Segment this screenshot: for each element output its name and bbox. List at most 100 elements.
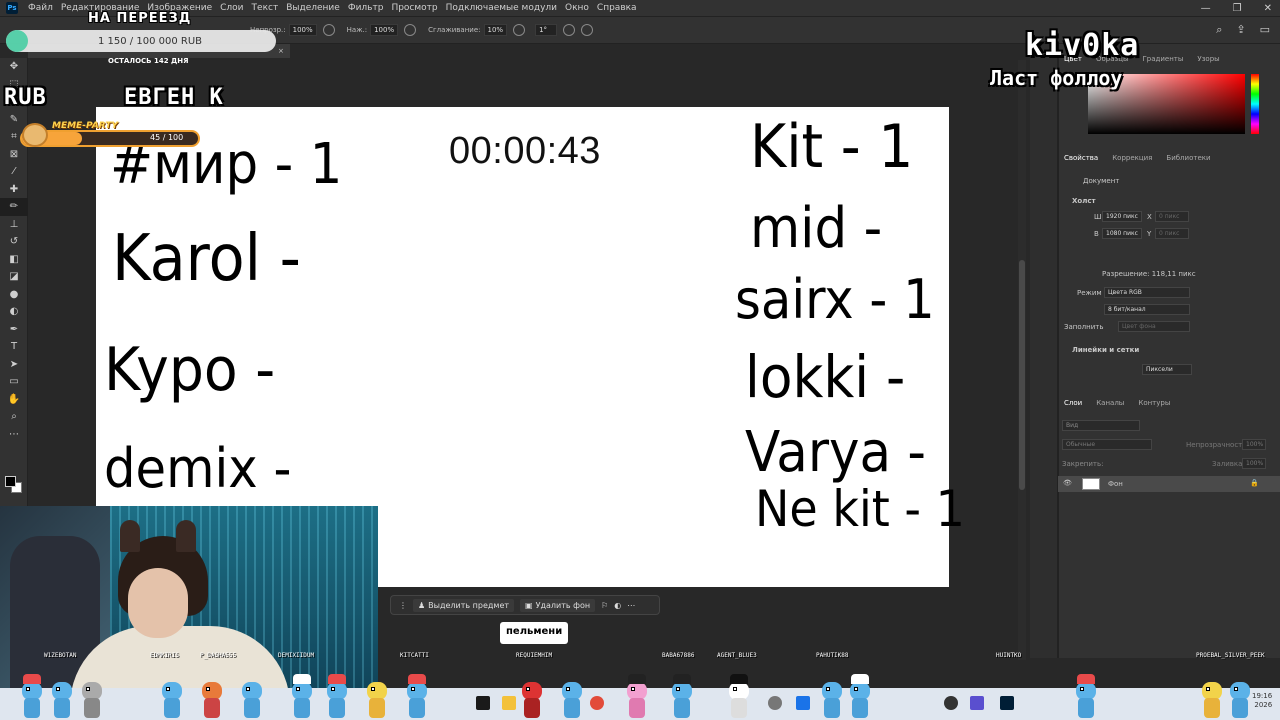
eyedropper-icon[interactable]: ⁄ [0, 163, 28, 181]
blend-mode-select[interactable]: Обычные [1062, 439, 1152, 450]
tab-channels[interactable]: Каналы [1096, 399, 1124, 407]
menu-select[interactable]: Выделение [282, 3, 344, 13]
move-tool-icon[interactable]: ✥ [0, 58, 28, 76]
maximize-icon[interactable]: ❐ [1233, 3, 1242, 14]
blur-tool-icon[interactable]: ● [0, 286, 28, 304]
hand-tool-icon[interactable]: ✋ [0, 391, 28, 409]
stamp-tool-icon[interactable]: ⊥ [0, 216, 28, 234]
healing-brush-icon[interactable]: ✚ [0, 181, 28, 199]
menu-file[interactable]: Файл [24, 3, 57, 13]
pet-names-row: W1ZEBOTAN EDMKIRIS P_DASHA555 DEMIXIIDUM… [0, 650, 1280, 662]
fill-select[interactable]: Цвет фона [1118, 321, 1190, 332]
pet-name: REQUIEMHIM [516, 652, 553, 659]
workspace-icon[interactable]: ▭ [1260, 23, 1270, 37]
search-icon[interactable]: ⌕ [1216, 23, 1222, 37]
gear-icon[interactable] [513, 24, 526, 36]
shield-icon[interactable] [796, 696, 810, 710]
menu-plugins[interactable]: Подключаемые модули [442, 3, 561, 13]
handwritten-entry: Varya - [745, 420, 927, 485]
drag-handle-icon[interactable]: ⋮ [399, 601, 407, 610]
pressure-opacity-icon[interactable] [322, 24, 335, 36]
cat-ear-right [176, 520, 196, 552]
image-icon: ▣ [525, 600, 533, 610]
obs-icon[interactable] [944, 696, 958, 710]
quick-select-icon[interactable]: ✎ [0, 111, 28, 129]
menu-layers[interactable]: Слои [216, 3, 247, 13]
layer-filter-input[interactable]: Вид [1062, 420, 1140, 431]
y-field[interactable]: 0 пикс [1155, 228, 1189, 239]
pixel-pet [727, 672, 751, 720]
folder-icon[interactable] [502, 696, 516, 710]
chrome-icon[interactable] [590, 696, 604, 710]
brush-tool-icon[interactable]: ✏ [0, 198, 28, 216]
gradient-tool-icon[interactable]: ◪ [0, 268, 28, 286]
pixel-pet [50, 672, 74, 720]
height-field[interactable]: 1080 пикс [1102, 228, 1142, 239]
eye-icon[interactable]: 👁 [1063, 479, 1072, 487]
path-select-icon[interactable]: ➤ [0, 356, 28, 374]
symmetry-icon[interactable] [581, 24, 594, 36]
menu-text[interactable]: Текст [248, 3, 283, 13]
minimize-icon[interactable]: — [1201, 3, 1211, 14]
rectangle-tool-icon[interactable]: ▭ [0, 373, 28, 391]
units-select[interactable]: Пиксели [1142, 364, 1192, 375]
canvas-scrollbar[interactable] [1018, 60, 1026, 660]
frame-tool-icon[interactable]: ⊠ [0, 146, 28, 164]
pet-name: P_DASHA555 [200, 652, 237, 659]
pixel-pet [365, 672, 389, 720]
discord-icon[interactable] [970, 696, 984, 710]
airbrush-icon[interactable] [404, 24, 417, 36]
clock-time: 19:16 [1252, 692, 1273, 700]
photoshop-taskbar-icon[interactable] [1000, 696, 1014, 710]
menu-help[interactable]: Справка [593, 3, 641, 13]
menu-window[interactable]: Окно [561, 3, 593, 13]
taskbar-app-icon[interactable] [476, 696, 490, 710]
remove-background-button[interactable]: ▣ Удалить фон [520, 598, 596, 612]
tab-adjustments[interactable]: Коррекция [1112, 154, 1152, 162]
share-icon[interactable]: ⇪ [1236, 23, 1245, 37]
more-tools-icon[interactable]: ⋯ [0, 426, 28, 444]
handwritten-entry: Karol - [112, 222, 301, 296]
zoom-tool-icon[interactable]: ⌕ [0, 408, 28, 426]
x-field[interactable]: 0 пикс [1155, 211, 1189, 222]
pressure-field[interactable]: 100% [370, 24, 399, 36]
foreground-color-swatch[interactable] [5, 476, 16, 487]
smoothing-field[interactable]: 10% [483, 24, 508, 36]
canvas-section[interactable]: Холст [1072, 197, 1096, 205]
mode-select[interactable]: Цвета RGB [1104, 287, 1190, 298]
hue-slider[interactable] [1251, 74, 1259, 134]
tab-gradients[interactable]: Градиенты [1143, 55, 1184, 63]
close-tab-icon[interactable]: × [278, 47, 284, 55]
rulers-section[interactable]: Линейки и сетки [1072, 346, 1139, 354]
tab-layers[interactable]: Слои [1064, 399, 1082, 407]
flag-icon[interactable]: ⚐ [601, 601, 608, 610]
pressure-size-icon[interactable] [563, 24, 576, 36]
fill-opacity-field[interactable]: 100% [1242, 458, 1266, 469]
type-tool-icon[interactable]: T [0, 338, 28, 356]
layer-opacity-field[interactable]: 100% [1242, 439, 1266, 450]
opacity-field[interactable]: 100% [288, 24, 317, 36]
layer-name[interactable]: Фон [1108, 480, 1123, 488]
angle-field[interactable]: 1° [535, 24, 558, 36]
tab-paths[interactable]: Контуры [1138, 399, 1170, 407]
scrollbar-thumb[interactable] [1019, 260, 1025, 490]
history-brush-icon[interactable]: ↺ [0, 233, 28, 251]
menu-view[interactable]: Просмотр [387, 3, 441, 13]
tab-patterns[interactable]: Узоры [1197, 55, 1219, 63]
tab-properties[interactable]: Свойства [1064, 154, 1098, 162]
close-icon[interactable]: ✕ [1264, 3, 1272, 14]
pixel-pet [560, 672, 584, 720]
pen-tool-icon[interactable]: ✒ [0, 321, 28, 339]
settings-icon[interactable] [768, 696, 782, 710]
menu-filter[interactable]: Фильтр [344, 3, 388, 13]
bit-depth-select[interactable]: 8 бит/канал [1104, 304, 1190, 315]
handwritten-entry: lokki - [745, 343, 906, 411]
select-subject-button[interactable]: ♟ Выделить предмет [413, 598, 515, 612]
dodge-tool-icon[interactable]: ◐ [0, 303, 28, 321]
tab-libraries[interactable]: Библиотеки [1166, 154, 1210, 162]
adjust-icon[interactable]: ◐ [614, 601, 621, 610]
width-field[interactable]: 1920 пикс [1102, 211, 1142, 222]
goal-amount: 1 150 / 100 000 RUB [98, 36, 203, 47]
eraser-tool-icon[interactable]: ◧ [0, 251, 28, 269]
more-icon[interactable]: ⋯ [627, 601, 635, 610]
